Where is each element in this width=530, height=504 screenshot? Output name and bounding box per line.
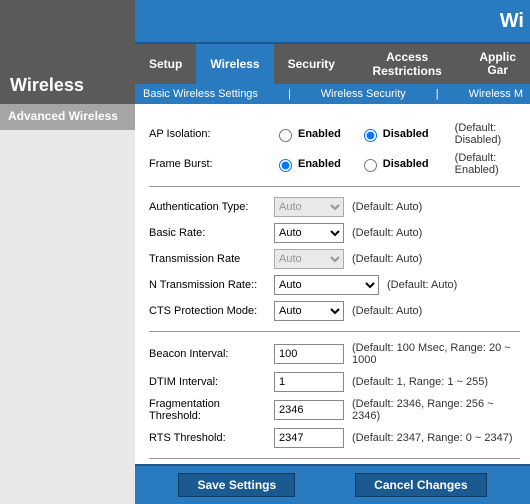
auth-type-hint: (Default: Auto) bbox=[352, 201, 422, 213]
frame-burst-disabled[interactable]: Disabled bbox=[359, 156, 429, 172]
dtim-label: DTIM Interval: bbox=[149, 376, 274, 388]
rts-label: RTS Threshold: bbox=[149, 432, 274, 444]
frame-burst-label: Frame Burst: bbox=[149, 158, 274, 170]
trans-rate-select: Auto bbox=[274, 249, 344, 269]
ap-isolation-enabled-radio[interactable] bbox=[279, 129, 292, 142]
frame-burst-enabled-radio[interactable] bbox=[279, 159, 292, 172]
ap-isolation-label: AP Isolation: bbox=[149, 128, 274, 140]
auth-type-label: Authentication Type: bbox=[149, 201, 274, 213]
nav-security[interactable]: Security bbox=[274, 44, 349, 84]
cts-mode-select[interactable]: Auto bbox=[274, 301, 344, 321]
rts-hint: (Default: 2347, Range: 0 ~ 2347) bbox=[352, 432, 513, 444]
frame-burst-enabled-text: Enabled bbox=[298, 158, 341, 170]
basic-rate-label: Basic Rate: bbox=[149, 227, 274, 239]
divider bbox=[149, 458, 520, 459]
ap-isolation-hint: (Default: Disabled) bbox=[455, 122, 520, 146]
dtim-hint: (Default: 1, Range: 1 ~ 255) bbox=[352, 376, 488, 388]
n-trans-rate-label: N Transmission Rate:: bbox=[149, 279, 274, 291]
main-nav: Setup Wireless Security Access Restricti… bbox=[135, 44, 530, 84]
sidebar-heading: Advanced Wireless bbox=[0, 104, 135, 130]
nav-access-restrictions[interactable]: Access Restrictions bbox=[349, 44, 465, 84]
sidebar-empty bbox=[0, 130, 135, 504]
nav-setup[interactable]: Setup bbox=[135, 44, 196, 84]
cts-mode-hint: (Default: Auto) bbox=[352, 305, 422, 317]
rts-input[interactable] bbox=[274, 428, 344, 448]
frag-input[interactable] bbox=[274, 400, 344, 420]
frame-burst-hint: (Default: Enabled) bbox=[455, 152, 520, 176]
basic-rate-select[interactable]: Auto bbox=[274, 223, 344, 243]
banner: Wi bbox=[135, 0, 530, 44]
frag-label: Fragmentation Threshold: bbox=[149, 398, 274, 422]
basic-rate-hint: (Default: Auto) bbox=[352, 227, 422, 239]
divider bbox=[149, 331, 520, 332]
dtim-input[interactable] bbox=[274, 372, 344, 392]
save-button[interactable]: Save Settings bbox=[178, 473, 295, 497]
footer: Save Settings Cancel Changes bbox=[135, 464, 530, 504]
frame-burst-disabled-radio[interactable] bbox=[364, 159, 377, 172]
ap-isolation-disabled[interactable]: Disabled bbox=[359, 126, 429, 142]
frame-burst-disabled-text: Disabled bbox=[383, 158, 429, 170]
subnav-separator: | bbox=[288, 88, 291, 100]
ap-isolation-enabled[interactable]: Enabled bbox=[274, 126, 341, 142]
ap-isolation-disabled-radio[interactable] bbox=[364, 129, 377, 142]
subnav-separator: | bbox=[436, 88, 439, 100]
content-area: AP Isolation: Enabled Disabled (Default:… bbox=[135, 104, 530, 464]
subnav-wireless-security[interactable]: Wireless Security bbox=[321, 88, 406, 100]
divider bbox=[149, 186, 520, 187]
frame-burst-enabled[interactable]: Enabled bbox=[274, 156, 341, 172]
beacon-label: Beacon Interval: bbox=[149, 348, 274, 360]
trans-rate-label: Transmission Rate bbox=[149, 253, 274, 265]
n-trans-rate-select[interactable]: Auto bbox=[274, 275, 379, 295]
subnav-wireless-mac[interactable]: Wireless M bbox=[469, 88, 523, 100]
beacon-input[interactable] bbox=[274, 344, 344, 364]
n-trans-rate-hint: (Default: Auto) bbox=[387, 279, 457, 291]
frag-hint: (Default: 2346, Range: 256 ~ 2346) bbox=[352, 398, 520, 422]
subnav-basic-wireless[interactable]: Basic Wireless Settings bbox=[143, 88, 258, 100]
trans-rate-hint: (Default: Auto) bbox=[352, 253, 422, 265]
section-title: Wireless bbox=[0, 0, 135, 104]
cancel-button[interactable]: Cancel Changes bbox=[355, 473, 486, 497]
beacon-hint: (Default: 100 Msec, Range: 20 ~ 1000 bbox=[352, 342, 520, 366]
sub-nav: Basic Wireless Settings | Wireless Secur… bbox=[135, 84, 530, 104]
nav-partial-line2: Gar bbox=[479, 64, 516, 77]
auth-type-select: Auto bbox=[274, 197, 344, 217]
cts-mode-label: CTS Protection Mode: bbox=[149, 305, 274, 317]
nav-wireless[interactable]: Wireless bbox=[196, 44, 273, 84]
nav-applications-gaming[interactable]: Applic Gar bbox=[465, 44, 530, 84]
ap-isolation-disabled-text: Disabled bbox=[383, 128, 429, 140]
ap-isolation-enabled-text: Enabled bbox=[298, 128, 341, 140]
